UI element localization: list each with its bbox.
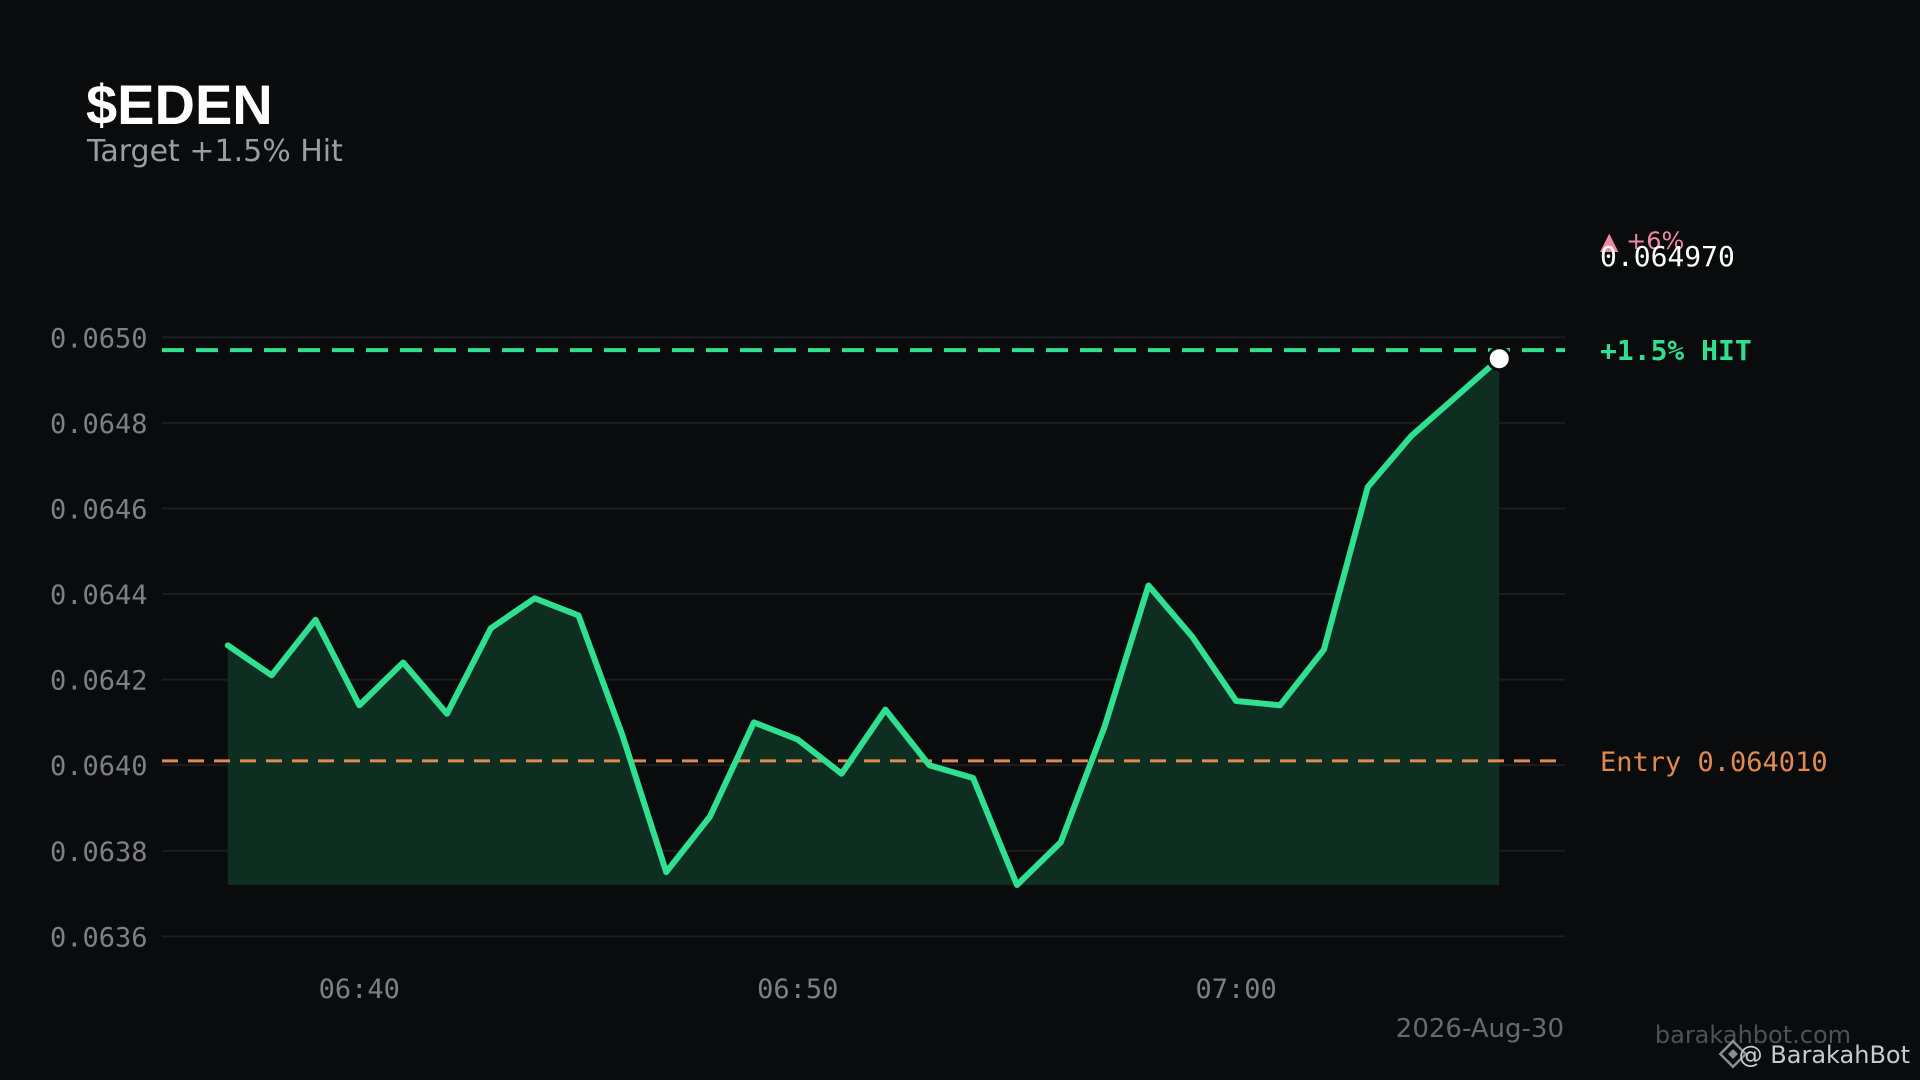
y-tick-label: 0.0638 <box>50 837 148 868</box>
chart-subtitle: Target +1.5% Hit <box>86 134 343 169</box>
area-fill <box>227 358 1500 885</box>
right-labels: ▲ +6% 0.064970 +1.5% HIT Entry 0.064010 <box>1600 227 1828 778</box>
date-label: 2026-Aug-30 <box>1396 1014 1564 1044</box>
x-tick-label: 06:50 <box>757 974 838 1005</box>
last-price-dot <box>1486 346 1512 372</box>
x-tick-label: 06:40 <box>319 974 400 1005</box>
chart-card: $EDEN Target +1.5% Hit 0.0636 0.0638 0.064… <box>0 0 1920 1080</box>
y-tick-label: 0.0640 <box>50 751 148 782</box>
entry-label: Entry 0.064010 <box>1600 747 1828 778</box>
y-tick-label: 0.0644 <box>50 580 148 611</box>
x-tick-label: 07:00 <box>1196 974 1277 1005</box>
area-path <box>227 358 1500 885</box>
y-tick-label: 0.0648 <box>50 409 148 440</box>
y-tick-label: 0.0646 <box>50 494 148 525</box>
y-tick-label: 0.0650 <box>50 323 148 354</box>
chart-title: $EDEN <box>86 73 273 136</box>
target-label: +1.5% HIT <box>1600 334 1752 367</box>
y-tick-label: 0.0642 <box>50 666 148 697</box>
price-chart: $EDEN Target +1.5% Hit 0.0636 0.0638 0.064… <box>50 73 1910 1069</box>
last-price-label: 0.064970 <box>1600 240 1735 273</box>
x-axis-ticks: 06:40 06:50 07:00 <box>319 974 1277 1005</box>
watermark-handle: @ BarakahBot <box>1739 1041 1910 1069</box>
y-axis-ticks: 0.0636 0.0638 0.0640 0.0642 0.0644 0.0646 0.06… <box>50 323 148 953</box>
y-tick-label: 0.0636 <box>50 922 148 953</box>
